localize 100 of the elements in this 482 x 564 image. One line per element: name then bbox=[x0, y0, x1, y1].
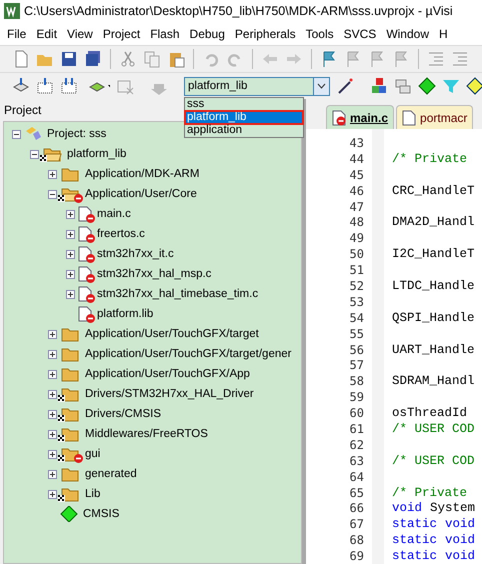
folder-icon bbox=[60, 486, 80, 502]
code-token: System bbox=[430, 501, 476, 516]
folder-icon bbox=[60, 426, 80, 442]
code-token: /* Private bbox=[392, 152, 468, 166]
paste-icon[interactable] bbox=[167, 50, 185, 68]
folder-icon bbox=[60, 406, 80, 422]
code-token: static bbox=[392, 549, 438, 564]
tree-item-label[interactable]: Middlewares/FreeRTOS bbox=[85, 428, 208, 440]
tree-item-label[interactable]: Application/User/TouchGFX/App bbox=[85, 368, 250, 380]
expand-toggle[interactable] bbox=[48, 450, 57, 458]
line-number: 52 bbox=[348, 278, 365, 293]
code-token: /* USER COD bbox=[392, 454, 475, 468]
expand-toggle[interactable] bbox=[66, 270, 75, 278]
dropdown-option[interactable]: platform_lib bbox=[185, 110, 303, 124]
line-number: 57 bbox=[348, 358, 365, 372]
tree-item-label[interactable]: Application/User/TouchGFX/target bbox=[85, 328, 259, 340]
blocks-icon[interactable] bbox=[370, 77, 388, 95]
menu-item[interactable]: H bbox=[434, 26, 453, 40]
tree-item-label[interactable]: stm32h7xx_hal_timebase_tim.c bbox=[97, 288, 258, 300]
expand-toggle[interactable] bbox=[48, 410, 57, 418]
tree-item-label[interactable]: Lib bbox=[85, 488, 100, 500]
line-number: 44 bbox=[348, 152, 365, 166]
folder-icon bbox=[60, 326, 80, 342]
expand-toggle[interactable] bbox=[48, 390, 57, 398]
open-folder-icon bbox=[42, 146, 62, 162]
menu-item[interactable]: View bbox=[62, 26, 98, 40]
menu-item[interactable]: Window bbox=[381, 26, 434, 40]
line-number: 53 bbox=[348, 294, 365, 309]
windows-icon[interactable] bbox=[394, 77, 412, 95]
expand-toggle[interactable] bbox=[48, 170, 57, 178]
expand-toggle[interactable] bbox=[48, 430, 57, 438]
tree-item-label[interactable]: stm32h7xx_it.c bbox=[97, 248, 174, 260]
line-number: 69 bbox=[348, 549, 365, 564]
tree-item-label[interactable]: Application/MDK-ARM bbox=[85, 168, 200, 180]
tree-item-label[interactable]: gui bbox=[85, 448, 100, 460]
line-number: 59 bbox=[348, 390, 365, 404]
line-number: 50 bbox=[348, 247, 365, 262]
editor-tab[interactable]: portmacr bbox=[396, 105, 474, 129]
expand-toggle[interactable] bbox=[48, 330, 57, 338]
collapse-toggle[interactable] bbox=[12, 130, 21, 138]
tree-item-label[interactable]: main.c bbox=[97, 208, 131, 220]
diamond-icon[interactable] bbox=[418, 77, 436, 95]
menu-item[interactable]: Project bbox=[98, 26, 146, 40]
tree-item-label[interactable]: Application/User/TouchGFX/target/gener bbox=[85, 348, 292, 360]
menu-item[interactable]: Edit bbox=[31, 26, 62, 40]
line-number: 65 bbox=[348, 486, 365, 500]
build-grid-icon[interactable] bbox=[36, 77, 54, 95]
collapse-toggle[interactable] bbox=[30, 150, 39, 158]
tree-item-label[interactable]: platform_lib bbox=[67, 148, 126, 160]
tree-item-label[interactable]: generated bbox=[85, 468, 137, 480]
save-icon[interactable] bbox=[60, 50, 78, 68]
line-number: 56 bbox=[348, 342, 365, 357]
code-token: osThreadId bbox=[392, 406, 468, 420]
tree-item-label[interactable]: freertos.c bbox=[97, 228, 145, 240]
dropdown-option[interactable]: sss bbox=[185, 98, 303, 110]
menu-item[interactable]: Flash bbox=[145, 26, 185, 40]
tree-item-label[interactable]: Project: sss bbox=[47, 128, 106, 140]
code-token: UART_Handle bbox=[392, 342, 475, 357]
tree-item-label[interactable]: CMSIS bbox=[83, 508, 120, 520]
editor-tab[interactable]: main.c bbox=[326, 105, 394, 129]
expand-toggle[interactable] bbox=[66, 290, 75, 298]
expand-toggle[interactable] bbox=[48, 490, 57, 498]
app-logo-icon bbox=[4, 3, 20, 19]
tree-item-label[interactable]: Drivers/CMSIS bbox=[85, 408, 162, 420]
dropdown-caret-icon[interactable] bbox=[313, 78, 329, 94]
tree-item-label[interactable]: Application/User/Core bbox=[85, 188, 197, 200]
rebuild-grid-icon[interactable] bbox=[60, 77, 78, 95]
menu-item[interactable]: Debug bbox=[184, 26, 230, 40]
line-number: 54 bbox=[348, 310, 365, 325]
target-select[interactable]: platform_lib bbox=[184, 76, 330, 96]
folder-icon bbox=[60, 386, 80, 402]
collapse-toggle[interactable] bbox=[48, 190, 57, 198]
expand-toggle[interactable] bbox=[48, 370, 57, 378]
line-number: 45 bbox=[348, 168, 365, 182]
expand-toggle[interactable] bbox=[48, 350, 57, 358]
folder-icon bbox=[60, 466, 80, 482]
folder-icon bbox=[60, 366, 80, 382]
file-icon bbox=[332, 110, 346, 126]
expand-toggle[interactable] bbox=[66, 210, 75, 218]
expand-toggle[interactable] bbox=[66, 230, 75, 238]
menu-item[interactable]: Tools bbox=[300, 26, 339, 40]
code-token: static bbox=[392, 517, 438, 532]
dropdown-option[interactable]: application bbox=[185, 124, 303, 136]
tree-item-label[interactable]: stm32h7xx_hal_msp.c bbox=[97, 268, 212, 280]
tree-item-label[interactable]: Drivers/STM32H7xx_HAL_Driver bbox=[85, 388, 254, 400]
folder-icon bbox=[60, 346, 80, 362]
code-token: LTDC_Handle bbox=[392, 278, 475, 293]
menu-item[interactable]: SVCS bbox=[338, 26, 382, 40]
line-number: 43 bbox=[348, 136, 365, 150]
magic-wand-icon[interactable] bbox=[336, 77, 354, 95]
menu-item[interactable]: Peripherals bbox=[230, 26, 301, 40]
line-number: 62 bbox=[348, 438, 365, 452]
code-token: void bbox=[392, 501, 422, 516]
expand-toggle[interactable] bbox=[48, 470, 57, 478]
line-number: 67 bbox=[348, 517, 365, 532]
tree-item-label[interactable]: platform.lib bbox=[97, 308, 154, 320]
diamond-pack-icon[interactable] bbox=[466, 77, 482, 95]
expand-toggle[interactable] bbox=[66, 250, 75, 258]
menu-item[interactable]: File bbox=[2, 26, 32, 40]
save-all-icon[interactable] bbox=[84, 50, 102, 68]
